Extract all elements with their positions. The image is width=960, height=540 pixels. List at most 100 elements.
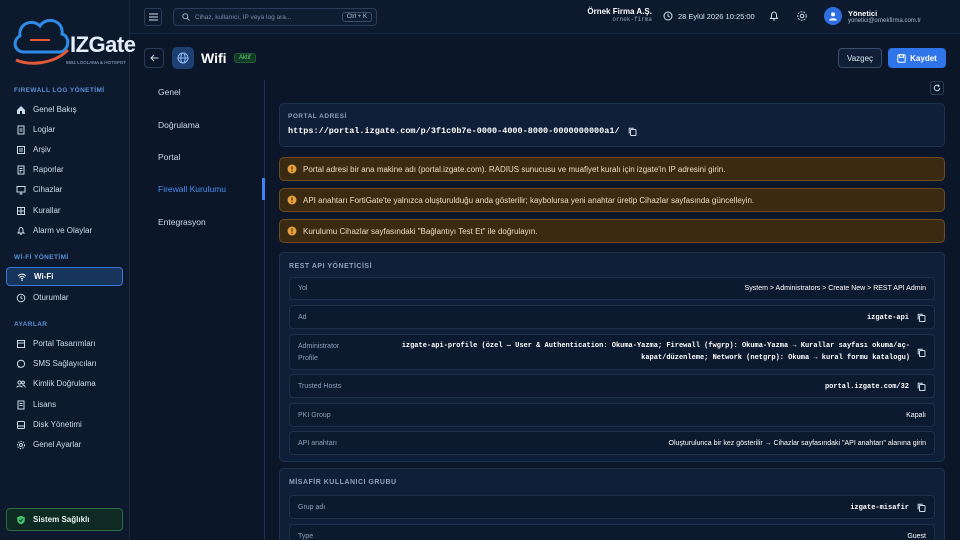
- portal-address-label: PORTAL ADRESİ: [288, 113, 347, 120]
- copy-icon[interactable]: [917, 348, 926, 357]
- gear-icon: [16, 440, 26, 450]
- gear-icon[interactable]: [796, 10, 808, 22]
- warning-icon: [287, 164, 297, 174]
- sidebar-item-lisans[interactable]: Lisans: [6, 395, 123, 414]
- users-icon: [16, 379, 26, 389]
- row-value: izgate-api: [867, 313, 926, 322]
- row-value: izgate-api-profile (özel — User & Authen…: [401, 342, 910, 362]
- sidebar-item-label: Oturumlar: [33, 293, 69, 302]
- system-health-badge[interactable]: Sistem Sağlıklı: [6, 508, 123, 531]
- search-box[interactable]: Ctrl + K: [173, 8, 377, 26]
- sidebar-item-label: Raporlar: [33, 165, 64, 174]
- sidebar-item-cihazlar[interactable]: Cihazlar: [6, 180, 123, 199]
- row-value: Guest: [907, 533, 926, 540]
- row-value: portal.izgate.com/32: [825, 382, 926, 391]
- datetime-text: 28 Eylül 2026 10:25:00: [678, 11, 755, 21]
- portal-url-text: https://portal.izgate.com/p/3f1c0b7e-000…: [288, 126, 620, 136]
- tab-dogrulama[interactable]: Doğrulama: [158, 120, 200, 130]
- layout-icon: [16, 339, 26, 349]
- tab-portal[interactable]: Portal: [158, 152, 180, 162]
- info-row: Trusted Hosts portal.izgate.com/32: [289, 374, 935, 398]
- sidebar-item-arsiv[interactable]: Arşiv: [6, 140, 123, 159]
- user-menu[interactable]: Yönetici yonetici@ornekfirma.com.tr: [824, 7, 921, 25]
- save-button[interactable]: Kaydet: [888, 48, 946, 68]
- system-health-label: Sistem Sağlıklı: [33, 515, 90, 524]
- bell-icon: [16, 226, 26, 236]
- sidebar-item-wifi[interactable]: Wi-Fi: [6, 267, 123, 286]
- sidebar-item-genel-bakis[interactable]: Genel Bakış: [6, 100, 123, 119]
- bell-icon[interactable]: [768, 10, 780, 22]
- sidebar: IZGate 5651 LOGLAMA & HOTSPOT FIREWALL L…: [0, 0, 136, 540]
- settings-tabs: Genel Doğrulama Portal Firewall Kurulumu…: [130, 80, 265, 540]
- sidebar-item-genel-ayarlar[interactable]: Genel Ayarlar: [6, 435, 123, 454]
- organization-slug: ornek-firma: [612, 16, 652, 23]
- organization-switcher[interactable]: Örnek Firma A.Ş. ornek-firma: [587, 7, 652, 23]
- menu-toggle-button[interactable]: [144, 8, 162, 26]
- sidebar-item-label: Kimlik Doğrulama: [33, 379, 96, 388]
- warning-alert: API anahtarı FortiGate'te yalnızca oluşt…: [279, 188, 945, 212]
- sidebar-item-disk[interactable]: Disk Yönetimi: [6, 415, 123, 434]
- warning-icon: [287, 195, 297, 205]
- tab-genel[interactable]: Genel: [158, 87, 181, 97]
- warning-text: Portal adresi bir ana makine adı (portal…: [303, 164, 726, 174]
- hamburger-icon: [148, 13, 158, 21]
- tab-firewall-kurulumu[interactable]: Firewall Kurulumu: [158, 184, 226, 194]
- cancel-button[interactable]: Vazgeç: [838, 48, 882, 68]
- row-key: PKI Group: [298, 412, 331, 419]
- sidebar-item-portal-tasarimlari[interactable]: Portal Tasarımları: [6, 334, 123, 353]
- shield-check-icon: [17, 515, 25, 524]
- row-value: System > Administrators > Create New > R…: [744, 285, 926, 292]
- document-icon: [16, 125, 26, 135]
- sidebar-item-label: Genel Bakış: [33, 105, 77, 114]
- warning-alert: Kurulumu Cihazlar sayfasındaki "Bağlantı…: [279, 219, 945, 243]
- sidebar-item-alarm[interactable]: Alarm ve Olaylar: [6, 221, 123, 240]
- status-badge: Aktif: [234, 53, 256, 63]
- copy-icon[interactable]: [917, 313, 926, 322]
- nav-section-ayarlar: AYARLAR: [14, 321, 48, 328]
- sidebar-item-label: Cihazlar: [33, 185, 63, 194]
- sidebar-item-loglar[interactable]: Loglar: [6, 120, 123, 139]
- copy-icon[interactable]: [628, 127, 637, 136]
- search-input[interactable]: [195, 13, 345, 21]
- nav-section-wifi: Wİ-Fİ YÖNETİMİ: [14, 254, 69, 261]
- sidebar-item-label: Kurallar: [33, 206, 61, 215]
- copy-icon[interactable]: [917, 382, 926, 391]
- sidebar-item-kurallar[interactable]: Kurallar: [6, 201, 123, 220]
- info-row: PKI Group Kapalı: [289, 403, 935, 427]
- back-button[interactable]: [144, 48, 164, 68]
- refresh-button[interactable]: [930, 81, 944, 95]
- tab-entegrasyon[interactable]: Entegrasyon: [158, 217, 206, 227]
- disk-icon: [16, 420, 26, 430]
- organization-name: Örnek Firma A.Ş.: [587, 7, 652, 16]
- grid-icon: [16, 206, 26, 216]
- monitor-icon: [16, 185, 26, 195]
- row-value-text: izgate-misafir: [850, 503, 909, 512]
- avatar: [824, 7, 842, 25]
- sidebar-item-kimlik[interactable]: Kimlik Doğrulama: [6, 374, 123, 393]
- warning-text: API anahtarı FortiGate'te yalnızca oluşt…: [303, 195, 755, 205]
- sidebar-item-oturumlar[interactable]: Oturumlar: [6, 288, 123, 307]
- chat-icon: [16, 359, 26, 369]
- sidebar-item-label: Loglar: [33, 125, 56, 134]
- home-icon: [16, 105, 26, 115]
- sidebar-item-sms[interactable]: SMS Sağlayıcıları: [6, 354, 123, 373]
- section-title: REST API YÖNETİCİSİ: [289, 263, 373, 270]
- user-icon: [829, 12, 837, 21]
- row-value: Kapalı: [906, 412, 926, 419]
- sidebar-item-label: Disk Yönetimi: [33, 420, 82, 429]
- row-key: Type: [298, 533, 314, 540]
- sidebar-item-label: Arşiv: [33, 145, 51, 154]
- warning-icon: [287, 226, 297, 236]
- nav-section-firewall: FIREWALL LOG YÖNETİMİ: [14, 87, 105, 94]
- license-icon: [16, 400, 26, 410]
- sidebar-item-label: Portal Tasarımları: [33, 339, 96, 348]
- sidebar-item-raporlar[interactable]: Raporlar: [6, 160, 123, 179]
- copy-icon[interactable]: [917, 503, 926, 512]
- logo-tagline: 5651 LOGLAMA & HOTSPOT: [66, 60, 127, 65]
- page-title: Wifi: [201, 50, 227, 66]
- rest-api-section: REST API YÖNETİCİSİ Yol System > Adminis…: [279, 252, 945, 462]
- logo[interactable]: IZGate 5651 LOGLAMA & HOTSPOT: [10, 10, 136, 72]
- search-shortcut-badge: Ctrl + K: [341, 12, 372, 22]
- row-key: Trusted Hosts: [298, 383, 342, 390]
- user-email: yonetici@ornekfirma.com.tr: [848, 17, 922, 24]
